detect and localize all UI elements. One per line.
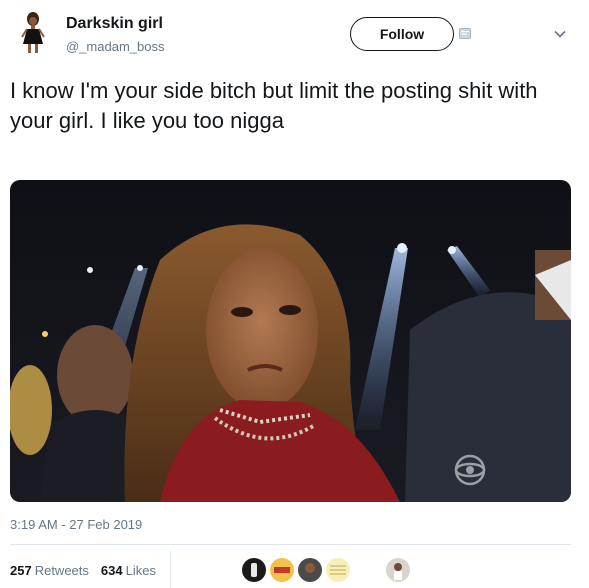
divider: [10, 544, 571, 545]
user-avatar[interactable]: [10, 10, 56, 56]
tweet-media-photo[interactable]: [10, 180, 571, 502]
liker-avatar-icon[interactable]: [240, 556, 268, 584]
liker-avatar-icon[interactable]: [268, 556, 296, 584]
retweets-stat[interactable]: 257 Retweets: [10, 563, 89, 578]
follow-button[interactable]: Follow: [350, 17, 454, 51]
liker-avatar-1-icon: [242, 558, 266, 582]
liker-avatar-icon[interactable]: [324, 556, 352, 584]
tweet-text: I know I'm your side bitch but limit the…: [10, 78, 538, 133]
tweet-header: Darkskin girl @_madam_boss Follow: [0, 0, 589, 66]
tweet-timestamp[interactable]: 3:19 AM - 27 Feb 2019: [10, 517, 142, 532]
chevron-down-icon[interactable]: [554, 30, 566, 38]
liker-avatar-2-icon: [270, 558, 294, 582]
user-display-name[interactable]: Darkskin girl: [66, 15, 163, 33]
retweets-count: 257: [10, 563, 32, 578]
likes-count: 634: [100, 563, 123, 578]
tweet-stats: 257 Retweets 634 Likes: [10, 563, 156, 578]
liker-avatar-5-icon: [386, 558, 410, 582]
user-handle[interactable]: @_madam_boss: [66, 39, 164, 54]
stats-separator: [170, 551, 171, 588]
liker-avatar-icon[interactable]: [296, 556, 324, 584]
likes-label: Likes: [125, 563, 156, 578]
liker-avatar-icon[interactable]: [384, 556, 412, 584]
crying-woman-photo: [10, 180, 571, 502]
liker-avatar-4-icon: [326, 558, 350, 582]
liker-avatar-3-icon: [298, 558, 322, 582]
retweets-label: Retweets: [34, 563, 89, 578]
girl-avatar-icon: [10, 10, 56, 56]
translator-badge-icon: [459, 28, 471, 39]
likes-stat[interactable]: 634 Likes: [101, 563, 156, 578]
